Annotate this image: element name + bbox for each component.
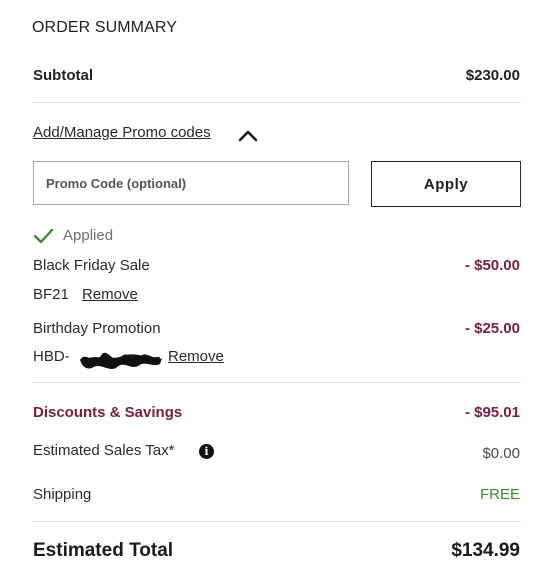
promo-name: Birthday Promotion [33, 320, 161, 337]
subtotal-value: $230.00 [465, 67, 520, 84]
shipping-label: Shipping [33, 486, 92, 503]
promo-name: Black Friday Sale [33, 257, 150, 274]
divider [33, 382, 521, 383]
discounts-savings-value: - $95.01 [464, 404, 520, 421]
promo-amount: - $25.00 [464, 320, 520, 337]
shipping-value: FREE [479, 486, 520, 503]
promo-amount: - $50.00 [464, 257, 520, 274]
manage-promo-codes-link[interactable]: Add/Manage Promo codes [33, 124, 211, 141]
subtotal-label: Subtotal [33, 67, 93, 84]
redaction-scribble [80, 352, 162, 369]
estimated-total-value: $134.99 [451, 540, 520, 561]
divider [33, 521, 521, 522]
discounts-savings-label: Discounts & Savings [33, 404, 183, 421]
applied-status: Applied [63, 227, 114, 244]
estimated-total-label: Estimated Total [33, 540, 174, 561]
remove-promo-button[interactable]: Remove [168, 348, 224, 365]
order-summary-title: ORDER SUMMARY [32, 19, 178, 36]
promo-code: HBD- [33, 348, 70, 365]
check-icon [33, 228, 54, 244]
estimated-tax-label: Estimated Sales Tax* [33, 442, 175, 459]
divider [33, 102, 521, 103]
apply-promo-button[interactable]: Apply [371, 161, 521, 207]
promo-code: BF21 [33, 286, 69, 303]
info-icon[interactable]: i [199, 444, 214, 459]
promo-code-input[interactable] [33, 161, 349, 205]
chevron-up-icon[interactable] [238, 127, 258, 143]
estimated-tax-value: $0.00 [482, 445, 520, 462]
remove-promo-button[interactable]: Remove [82, 286, 138, 303]
